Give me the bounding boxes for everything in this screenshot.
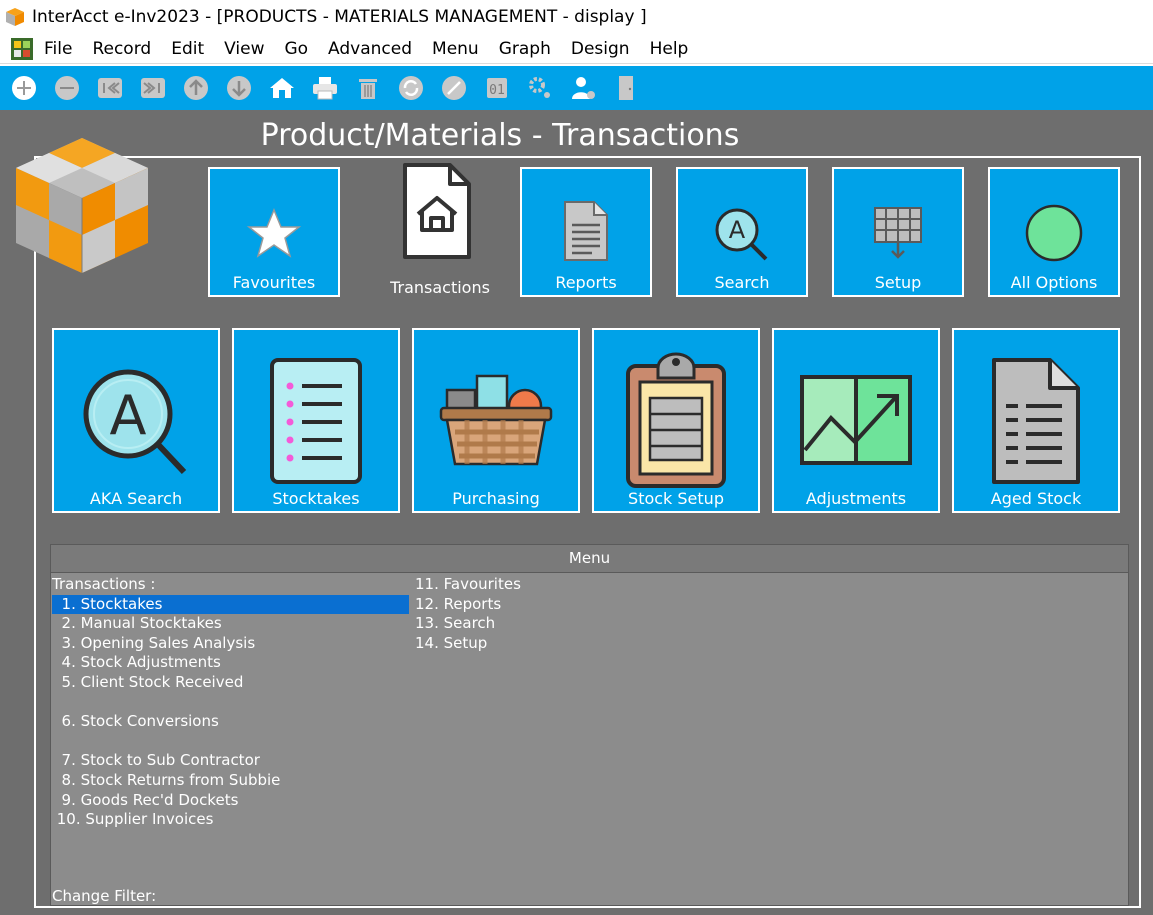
menu-option-stock-returns-from-subbie[interactable]: 8. Stock Returns from Subbie — [52, 771, 409, 791]
menu-column-right: 11. Favourites 12. Reports 13. Search 14… — [415, 575, 715, 653]
menu-option-manual-stocktakes[interactable]: 2. Manual Stocktakes — [52, 614, 409, 634]
aged-stock-tile[interactable]: Aged Stock — [952, 328, 1120, 513]
menu-graph[interactable]: Graph — [499, 39, 551, 59]
menu-bar: File Record Edit View Go Advanced Menu G… — [0, 34, 1153, 64]
menu-option-stock-conversions[interactable]: 6. Stock Conversions — [52, 712, 409, 732]
clipboard-icon — [626, 352, 726, 488]
stocktakes-label: Stocktakes — [272, 489, 360, 508]
svg-text:01: 01 — [489, 83, 505, 98]
menu-view[interactable]: View — [224, 39, 264, 59]
refresh-icon[interactable] — [395, 72, 427, 104]
settings-icon[interactable] — [524, 72, 556, 104]
star-icon — [246, 208, 302, 258]
menu-help[interactable]: Help — [650, 39, 689, 59]
menu-column-left: Transactions : 1. Stocktakes 2. Manual S… — [52, 575, 409, 830]
puzzle-cube-logo — [16, 138, 148, 273]
menu-edit[interactable]: Edit — [171, 39, 204, 59]
menu-panel-header: Menu — [51, 545, 1128, 573]
title-bar: InterAcct e-Inv2023 - [PRODUCTS - MATERI… — [0, 0, 1153, 34]
exit-door-icon[interactable] — [610, 72, 642, 104]
aged-stock-label: Aged Stock — [990, 489, 1082, 508]
last-record-icon[interactable] — [137, 72, 169, 104]
adjustments-tile[interactable]: Adjustments — [772, 328, 940, 513]
svg-text:A: A — [729, 216, 746, 244]
stock-setup-tile[interactable]: Stock Setup — [592, 328, 760, 513]
document-home-icon — [403, 163, 471, 259]
setup-tile[interactable]: Setup — [832, 167, 964, 297]
menu-option-stocktakes[interactable]: 1. Stocktakes — [52, 594, 409, 615]
menu-option-favourites[interactable]: 11. Favourites — [415, 575, 715, 595]
all-options-label: All Options — [1010, 273, 1098, 292]
menu-option-goods-recd-dockets[interactable]: 9. Goods Rec'd Dockets — [52, 791, 409, 811]
toolbar: 01 — [0, 66, 1153, 110]
menu-record[interactable]: Record — [92, 39, 151, 59]
green-circle-icon — [1025, 204, 1083, 262]
menu-section-heading: Transactions : — [52, 575, 156, 593]
svg-text:A: A — [110, 384, 147, 447]
search-tile[interactable]: A Search — [676, 167, 808, 297]
magnifier-a-icon: A — [715, 208, 768, 261]
favourites-label: Favourites — [232, 273, 316, 292]
checklist-icon — [270, 358, 362, 484]
trend-chart-icon — [800, 375, 912, 465]
change-filter-label: Change Filter: — [52, 887, 157, 905]
reports-label: Reports — [555, 273, 617, 292]
purchasing-tile[interactable]: Purchasing — [412, 328, 580, 513]
menu-file[interactable]: File — [44, 39, 72, 59]
menu-go[interactable]: Go — [284, 39, 308, 59]
setup-label: Setup — [874, 273, 922, 292]
remove-icon[interactable] — [51, 72, 83, 104]
all-options-tile[interactable]: All Options — [988, 167, 1120, 297]
purchasing-label: Purchasing — [452, 489, 540, 508]
home-icon[interactable] — [266, 72, 298, 104]
window-title: InterAcct e-Inv2023 - [PRODUCTS - MATERI… — [32, 7, 647, 27]
grid-setup-icon — [874, 207, 922, 259]
reports-tile[interactable]: Reports — [520, 167, 652, 297]
shopping-basket-icon — [439, 374, 553, 466]
stocktakes-tile[interactable]: Stocktakes — [232, 328, 400, 513]
menu-option-supplier-invoices[interactable]: 10. Supplier Invoices — [52, 810, 409, 830]
menu-spacer — [52, 693, 409, 713]
main-area: Product/Materials - Transactions Favouri… — [0, 110, 1153, 915]
app-cube-icon — [6, 8, 24, 26]
aged-document-icon — [992, 358, 1080, 484]
menu-option-opening-sales-analysis[interactable]: 3. Opening Sales Analysis — [52, 634, 409, 654]
system-menu-icon[interactable] — [10, 37, 34, 61]
report-document-icon — [564, 201, 608, 261]
search-label: Search — [714, 273, 770, 292]
menu-option-stock-to-sub-contractor[interactable]: 7. Stock to Sub Contractor — [52, 751, 409, 771]
cancel-icon[interactable] — [438, 72, 470, 104]
magnifier-a-icon: A — [83, 369, 187, 475]
user-settings-icon[interactable] — [567, 72, 599, 104]
menu-spacer — [52, 732, 409, 752]
menu-advanced[interactable]: Advanced — [328, 39, 412, 59]
stock-setup-label: Stock Setup — [628, 489, 724, 508]
aka-search-tile[interactable]: A AKA Search — [52, 328, 220, 513]
adjustments-label: Adjustments — [805, 489, 907, 508]
first-record-icon[interactable] — [94, 72, 126, 104]
transactions-tile[interactable]: Transactions — [380, 160, 500, 300]
menu-option-stock-adjustments[interactable]: 4. Stock Adjustments — [52, 653, 409, 673]
transactions-label: Transactions — [390, 278, 490, 297]
aka-search-label: AKA Search — [89, 489, 183, 508]
add-icon[interactable] — [8, 72, 40, 104]
down-icon[interactable] — [223, 72, 255, 104]
menu-option-client-stock-received[interactable]: 5. Client Stock Received — [52, 673, 409, 693]
menu-option-reports[interactable]: 12. Reports — [415, 595, 715, 615]
menu-option-search[interactable]: 13. Search — [415, 614, 715, 634]
favourites-tile[interactable]: Favourites — [208, 167, 340, 297]
menu-panel: Menu Transactions : 1. Stocktakes 2. Man… — [50, 544, 1129, 906]
up-icon[interactable] — [180, 72, 212, 104]
print-icon[interactable] — [309, 72, 341, 104]
id-icon[interactable]: 01 — [481, 72, 513, 104]
menu-menu[interactable]: Menu — [432, 39, 479, 59]
delete-icon[interactable] — [352, 72, 384, 104]
menu-option-setup[interactable]: 14. Setup — [415, 634, 715, 654]
menu-design[interactable]: Design — [571, 39, 630, 59]
